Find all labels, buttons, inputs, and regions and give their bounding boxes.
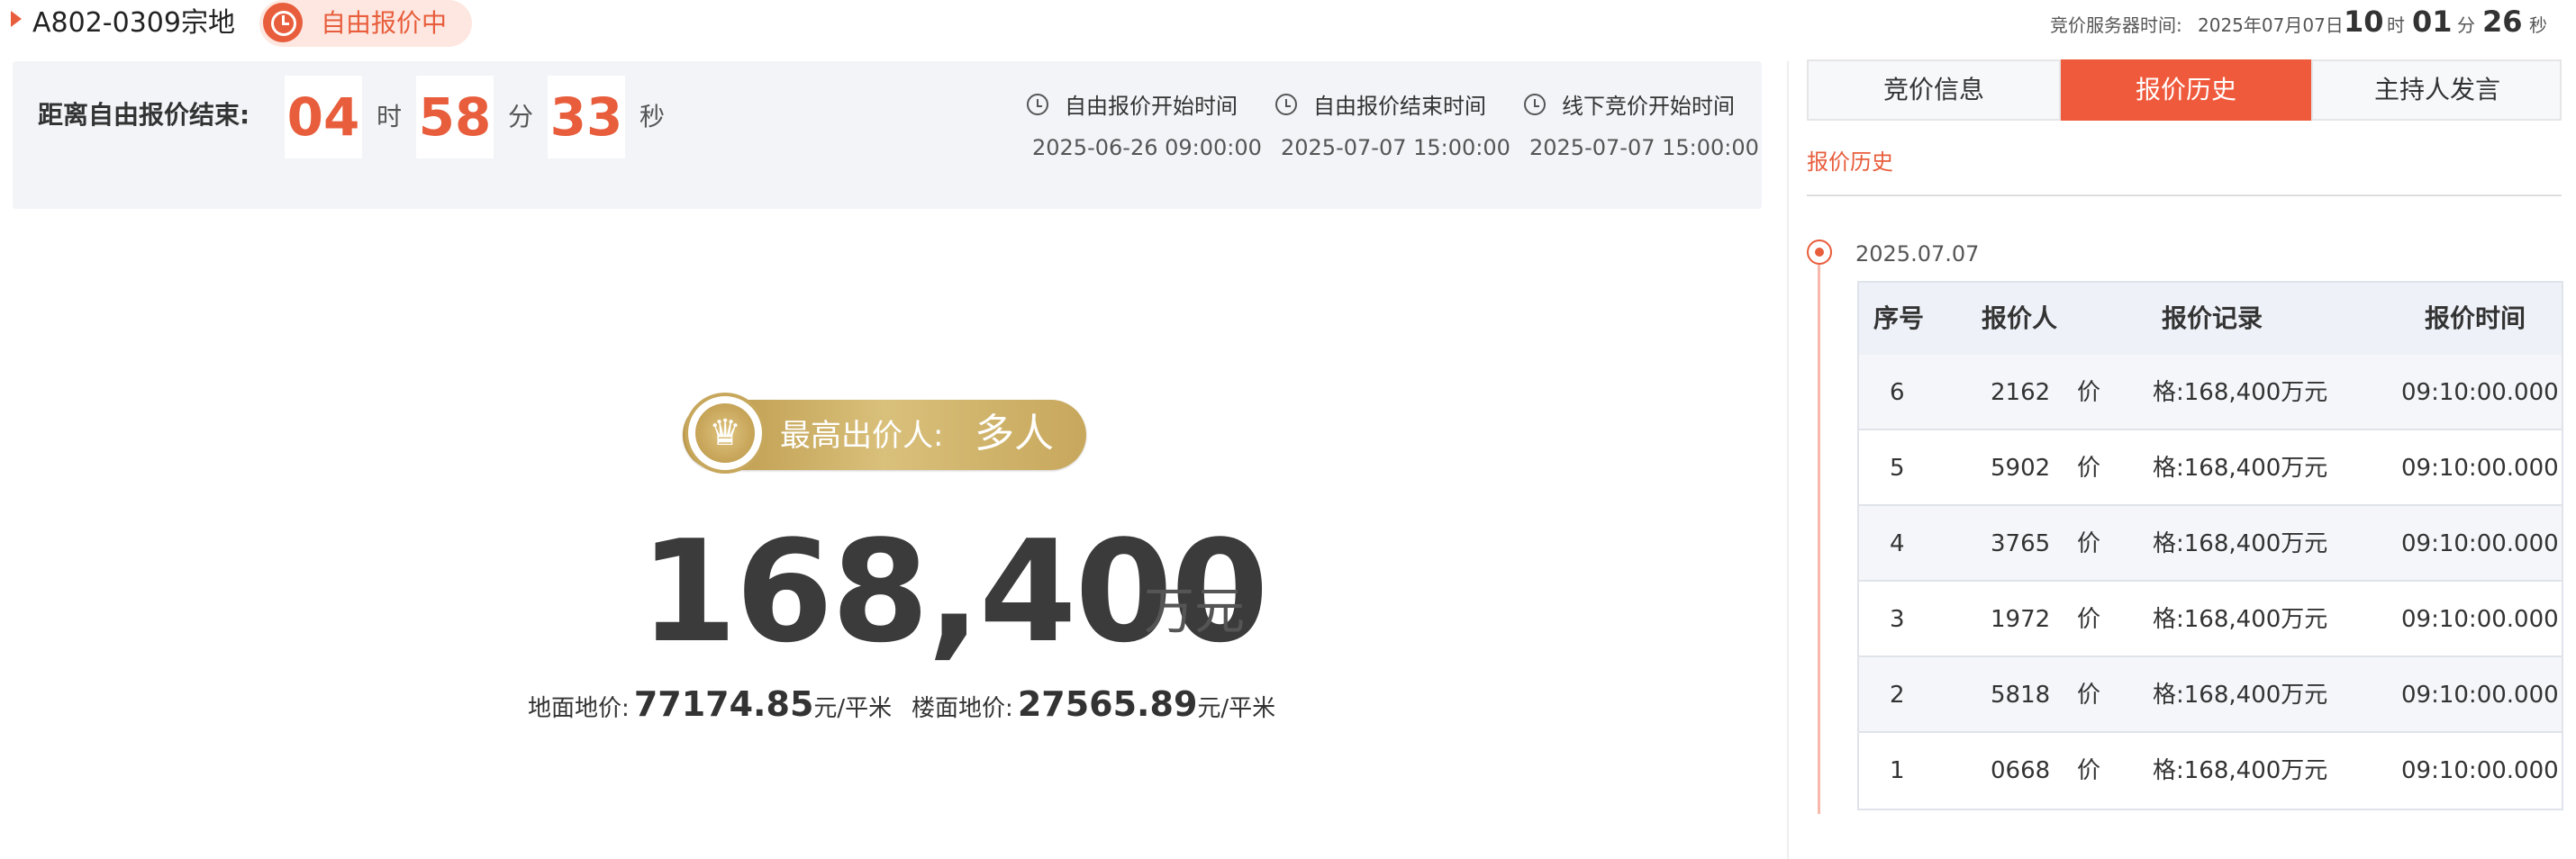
cell-record-prefix: 价 [2077, 379, 2101, 406]
free-bid-end-label: 自由报价结束时间 [1313, 94, 1486, 119]
cell-bidder: 3765 [1991, 530, 2051, 557]
tab-bid-info[interactable]: 竞价信息 [1809, 59, 2059, 121]
cell-record-prefix: 价 [2077, 455, 2101, 482]
countdown-seconds: 33 [549, 86, 623, 148]
land-price: 地面地价: 77174.85元/平米 [528, 681, 892, 735]
countdown-minutes-unit: 分 [508, 102, 534, 131]
countdown-seconds-box: 33 [548, 76, 625, 158]
section-divider [1807, 194, 2562, 196]
clock-icon [1524, 94, 1546, 115]
server-date: 2025年07月07日 [2198, 14, 2344, 36]
tab-bid-history[interactable]: 报价历史 [2061, 59, 2311, 121]
cell-seq: 6 [1890, 379, 1905, 406]
land-price-value: 77174.85 [633, 684, 814, 724]
column-header-bidder: 报价人 [1982, 303, 2058, 333]
row-divider [1859, 580, 2562, 582]
panel-divider [1787, 61, 1789, 859]
server-second: 26 [2482, 5, 2523, 39]
server-minute: 01 [2412, 5, 2453, 39]
clock-icon [263, 3, 303, 42]
countdown-seconds-unit: 秒 [639, 102, 666, 131]
cell-bidder: 0668 [1991, 757, 2051, 784]
highest-bidder-label: 最高出价人: [780, 418, 944, 454]
cell-time: 09:10:00.000 [2401, 606, 2559, 633]
row-divider [1859, 429, 2562, 430]
caret-right-icon [11, 11, 22, 27]
status-label: 自由报价中 [321, 8, 448, 38]
countdown-hours-unit: 时 [376, 102, 403, 131]
free-bid-start-label: 自由报价开始时间 [1065, 94, 1238, 119]
floor-price: 楼面地价: 27565.89元/平米 [912, 681, 1275, 735]
cell-bidder: 2162 [1991, 379, 2051, 406]
server-minute-unit: 分 [2457, 14, 2475, 36]
countdown-hours-box: 04 [285, 76, 362, 158]
timeline-dot-icon [1807, 240, 1832, 265]
cell-seq: 2 [1890, 682, 1905, 709]
cell-time: 09:10:00.000 [2401, 530, 2559, 557]
countdown-minutes-box: 58 [416, 76, 494, 158]
current-price-unit: 万元 [1144, 583, 1245, 641]
land-price-unit: 元/平米 [813, 695, 893, 722]
floor-price-label: 楼面地价: [912, 695, 1013, 722]
cell-bidder: 1972 [1991, 606, 2051, 633]
history-section-title: 报价历史 [1807, 149, 1893, 175]
cell-record: 格:168,400万元 [2153, 757, 2328, 784]
free-bid-start-value: 2025-06-26 09:00:00 [1032, 135, 1262, 160]
highest-bidder-value: 多人 [975, 411, 1054, 457]
floor-price-value: 27565.89 [1017, 684, 1198, 724]
cell-record: 格:168,400万元 [2153, 455, 2328, 482]
server-second-unit: 秒 [2529, 14, 2547, 36]
cell-seq: 1 [1890, 757, 1905, 784]
cell-record-prefix: 价 [2077, 757, 2101, 784]
row-divider [1859, 656, 2562, 657]
cell-record: 格:168,400万元 [2153, 379, 2328, 406]
cell-record-prefix: 价 [2077, 682, 2101, 709]
offline-bid-start-value: 2025-07-07 15:00:00 [1529, 135, 1759, 160]
row-divider [1859, 504, 2562, 506]
timeline-date: 2025.07.07 [1855, 241, 1980, 267]
countdown-hours: 04 [286, 86, 360, 148]
timeline-line [1818, 265, 1820, 814]
floor-price-unit: 元/平米 [1197, 695, 1276, 722]
cell-time: 09:10:00.000 [2401, 379, 2559, 406]
countdown-label: 距离自由报价结束: [38, 100, 250, 130]
cell-bidder: 5902 [1991, 455, 2051, 482]
cell-record-prefix: 价 [2077, 530, 2101, 557]
crown-icon: ♛ [685, 393, 766, 474]
server-time-label: 竞价服务器时间: [2050, 14, 2182, 36]
server-hour: 10 [2344, 5, 2384, 39]
cell-seq: 4 [1890, 530, 1905, 557]
tab-host-speech[interactable]: 主持人发言 [2313, 59, 2562, 121]
cell-time: 09:10:00.000 [2401, 455, 2559, 482]
cell-bidder: 5818 [1991, 682, 2051, 709]
offline-bid-start-label: 线下竞价开始时间 [1562, 94, 1735, 119]
column-header-record: 报价记录 [2162, 303, 2263, 333]
cell-record: 格:168,400万元 [2153, 530, 2328, 557]
column-header-seq: 序号 [1873, 303, 1925, 333]
countdown-minutes: 58 [418, 86, 492, 148]
server-hour-unit: 时 [2387, 14, 2405, 36]
cell-seq: 5 [1890, 455, 1905, 482]
cell-seq: 3 [1890, 606, 1905, 633]
page-title: A802-0309宗地 [32, 7, 235, 39]
cell-record: 格:168,400万元 [2153, 606, 2328, 633]
cell-time: 09:10:00.000 [2401, 757, 2559, 784]
row-divider [1859, 731, 2562, 733]
cell-record: 格:168,400万元 [2153, 682, 2328, 709]
clock-icon [1275, 94, 1297, 115]
cell-time: 09:10:00.000 [2401, 682, 2559, 709]
clock-icon [1027, 94, 1048, 115]
column-header-time: 报价时间 [2425, 303, 2526, 333]
cell-record-prefix: 价 [2077, 606, 2101, 633]
free-bid-end-value: 2025-07-07 15:00:00 [1281, 135, 1510, 160]
land-price-label: 地面地价: [528, 695, 630, 722]
